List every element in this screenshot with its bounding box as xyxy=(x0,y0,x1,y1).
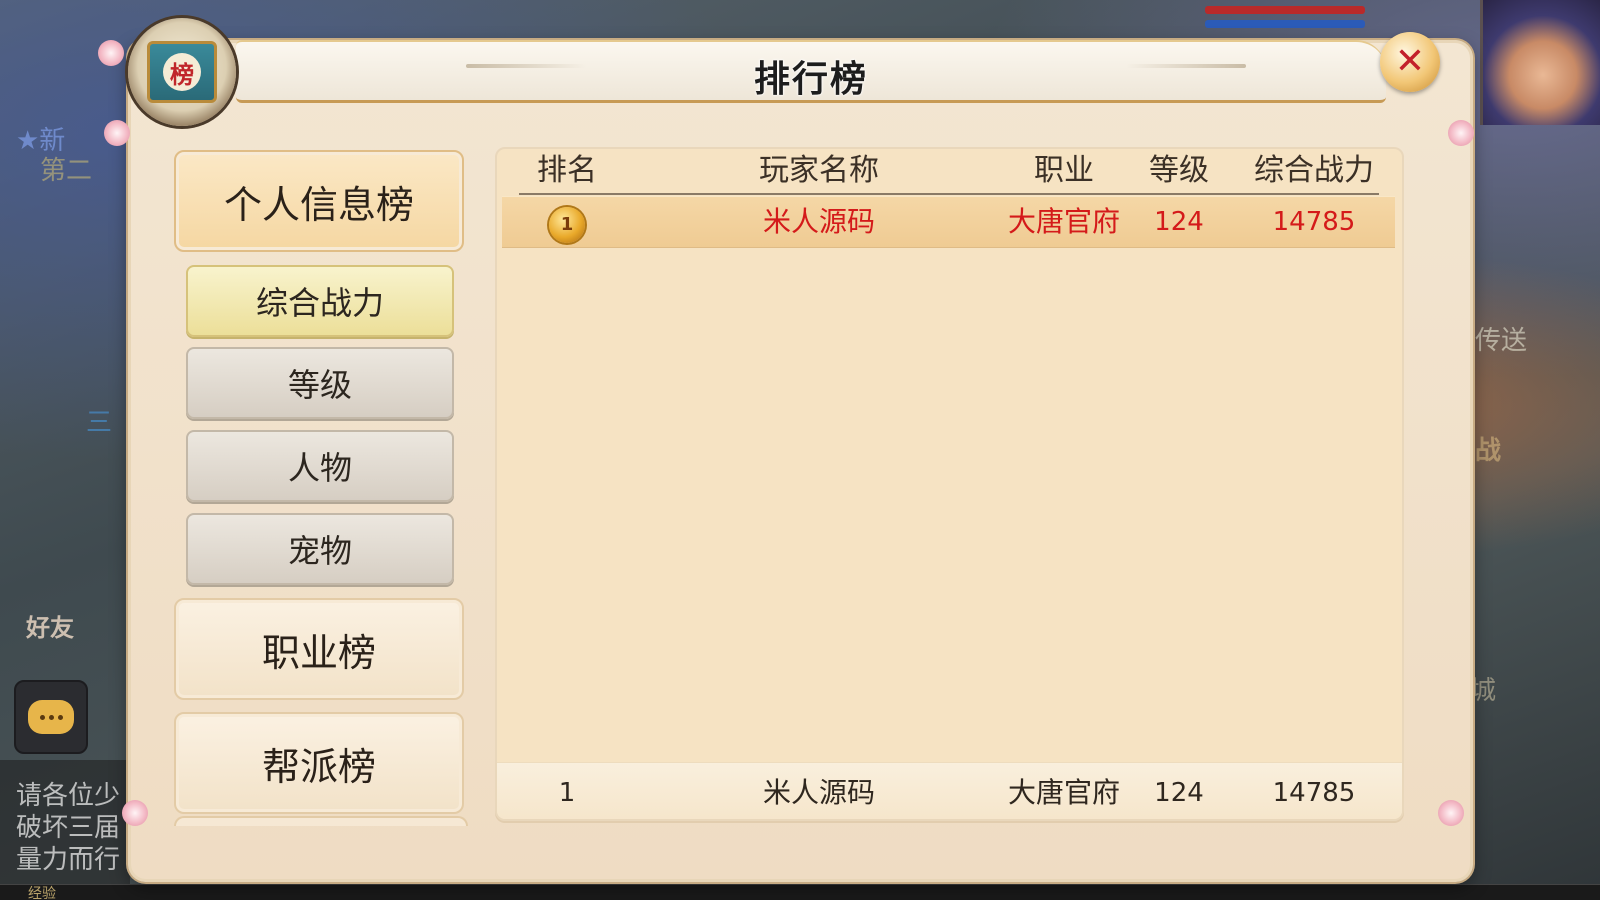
blossom-decoration xyxy=(122,800,148,826)
header-player-name: 玩家名称 xyxy=(759,153,879,188)
subtab-label: 综合战力 xyxy=(255,284,384,322)
header-level: 等级 xyxy=(1149,153,1209,188)
my-profession-cell: 大唐官府 xyxy=(1007,776,1120,809)
blossom-decoration xyxy=(98,40,124,66)
close-icon: ✕ xyxy=(1394,41,1426,82)
subtab-label: 宠物 xyxy=(287,532,352,570)
chat-log: 请各位少 破坏三届 量力而行 xyxy=(0,760,130,890)
quest-tracker-line: 三 xyxy=(86,408,113,438)
header-profession: 职业 xyxy=(1034,153,1094,188)
teleport-label: 传送 xyxy=(1475,326,1528,356)
chat-bubble-icon xyxy=(28,700,74,734)
my-ranking-row: 1 米人源码 大唐官府 124 14785 xyxy=(497,762,1402,819)
menu-scroll-remnant[interactable] xyxy=(174,816,468,826)
my-name-cell: 米人源码 xyxy=(762,776,875,809)
table-header: 排名 玩家名称 职业 等级 综合战力 xyxy=(519,149,1379,195)
hp-mp-bars xyxy=(1205,0,1365,40)
leaderboard-window: 排行榜 榜 ✕ 个人信息榜 综合战力 等级 人物 宠物 职业榜 帮派榜 排名 玩… xyxy=(98,18,1474,882)
emblem-plaque: 榜 xyxy=(147,41,217,103)
quest-tracker-line: 第二 xyxy=(40,156,93,186)
subtab-character[interactable]: 人物 xyxy=(186,430,454,502)
subtab-combat-power[interactable]: 综合战力 xyxy=(186,265,454,337)
category-profession[interactable]: 职业榜 xyxy=(174,598,464,700)
category-guild[interactable]: 帮派榜 xyxy=(174,712,464,814)
chat-line: 破坏三届 xyxy=(16,813,121,843)
blossom-decoration xyxy=(104,120,130,146)
header-rank: 排名 xyxy=(537,153,597,188)
leaderboard-emblem-icon: 榜 xyxy=(128,18,236,126)
chat-line: 量力而行 xyxy=(16,845,121,875)
category-personal-info[interactable]: 个人信息榜 xyxy=(174,150,464,252)
my-rank-cell: 1 xyxy=(558,778,576,808)
level-cell: 124 xyxy=(1154,207,1204,237)
subtab-level[interactable]: 等级 xyxy=(186,347,454,419)
ranking-table: 排名 玩家名称 职业 等级 综合战力 1 米人源码 大唐官府 124 14785… xyxy=(495,147,1404,821)
close-button[interactable]: ✕ xyxy=(1380,32,1440,92)
title-bar: 排行榜 xyxy=(236,40,1386,103)
rank-cell: 1 xyxy=(519,197,615,247)
player-name-cell: 米人源码 xyxy=(762,205,875,238)
category-label: 职业榜 xyxy=(261,630,376,675)
exp-label: 经验 xyxy=(28,886,56,900)
my-combat-power-cell: 14785 xyxy=(1272,778,1356,808)
emblem-glyph: 榜 xyxy=(163,53,201,91)
table-row[interactable]: 1 米人源码 大唐官府 124 14785 xyxy=(502,196,1395,248)
profession-cell: 大唐官府 xyxy=(1007,205,1120,238)
my-level-cell: 124 xyxy=(1154,778,1204,808)
battle-label: 战 xyxy=(1475,436,1502,466)
gold-medal-icon: 1 xyxy=(549,207,585,243)
subtab-label: 等级 xyxy=(287,366,352,404)
chat-line: 请各位少 xyxy=(16,781,121,811)
player-portrait[interactable] xyxy=(1480,0,1600,125)
header-combat-power: 综合战力 xyxy=(1254,153,1374,188)
experience-bar: 经验 xyxy=(0,884,1600,900)
subtab-pet[interactable]: 宠物 xyxy=(186,513,454,585)
chat-button[interactable] xyxy=(14,680,88,754)
window-title: 排行榜 xyxy=(753,59,868,100)
city-label: 城 xyxy=(1470,676,1497,706)
category-label: 个人信息榜 xyxy=(223,182,414,227)
blossom-decoration xyxy=(1438,800,1464,826)
combat-power-cell: 14785 xyxy=(1272,207,1356,237)
game-screen: ★新 第二 三 传送 战 城 好友 请各位少 破坏三届 量力而行 经验 排行榜 … xyxy=(0,0,1600,900)
subtab-label: 人物 xyxy=(287,449,352,487)
category-label: 帮派榜 xyxy=(261,744,376,789)
blossom-decoration xyxy=(1448,120,1474,146)
friend-button[interactable]: 好友 xyxy=(10,580,90,650)
